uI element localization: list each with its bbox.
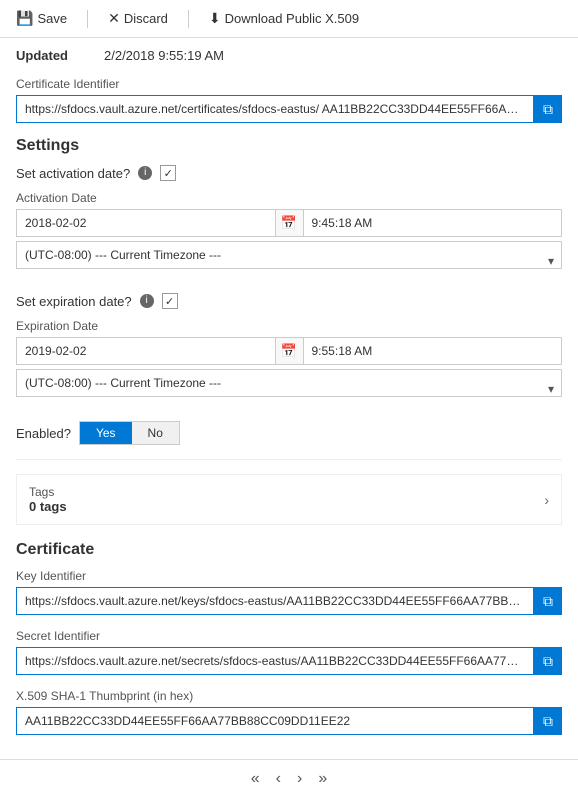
discard-button[interactable]: ✕ Discard: [104, 8, 172, 29]
tags-chevron-right-icon: ›: [544, 492, 549, 508]
certificate-heading: Certificate: [16, 541, 562, 559]
secret-identifier-group: Secret Identifier ⧉: [16, 629, 562, 675]
tags-title: Tags: [29, 485, 67, 499]
meta-row: Updated 2/2/2018 9:55:19 AM: [16, 48, 562, 63]
expiration-date-input[interactable]: [16, 337, 276, 365]
enabled-yes-button[interactable]: Yes: [80, 422, 132, 444]
download-button[interactable]: ⬇ Download Public X.509: [205, 8, 363, 29]
activation-date-checkbox[interactable]: [160, 165, 176, 181]
activation-date-info-icon[interactable]: i: [138, 166, 152, 180]
activation-timezone-wrapper: (UTC-08:00) --- Current Timezone ---: [16, 241, 562, 281]
calendar-icon: 📅: [281, 215, 297, 231]
bottom-nav: « ‹ › »: [0, 759, 578, 798]
certificate-identifier-copy-button[interactable]: ⧉: [534, 95, 562, 123]
expiration-date-checkbox[interactable]: [162, 293, 178, 309]
tags-row[interactable]: Tags 0 tags ›: [16, 474, 562, 525]
copy-icon2: ⧉: [543, 593, 553, 610]
key-identifier-copy-button[interactable]: ⧉: [534, 587, 562, 615]
expiration-date-setting-row: Set expiration date? i: [16, 293, 562, 309]
activation-date-field-label: Activation Date: [16, 191, 562, 205]
save-label: Save: [37, 11, 67, 26]
tags-content: Tags 0 tags: [29, 485, 67, 514]
certificate-identifier-row: ⧉: [16, 95, 562, 123]
expiration-timezone-select[interactable]: (UTC-08:00) --- Current Timezone ---: [16, 369, 562, 397]
nav-next-button[interactable]: ›: [291, 768, 308, 790]
copy-icon: ⧉: [543, 101, 553, 118]
save-button[interactable]: 💾 Save: [12, 8, 71, 29]
activation-datetime-row: 📅: [16, 209, 562, 237]
enabled-toggle-group: Yes No: [79, 421, 180, 445]
certificate-identifier-input[interactable]: [16, 95, 534, 123]
certificate-section: Certificate Key Identifier ⧉ Secret Iden…: [16, 541, 562, 735]
activation-date-setting-row: Set activation date? i: [16, 165, 562, 181]
activation-date-input[interactable]: [16, 209, 276, 237]
secret-identifier-copy-button[interactable]: ⧉: [534, 647, 562, 675]
key-identifier-group: Key Identifier ⧉: [16, 569, 562, 615]
expiration-date-field-label: Expiration Date: [16, 319, 562, 333]
separator2: [188, 10, 189, 28]
copy-icon4: ⧉: [543, 713, 553, 730]
enabled-label: Enabled?: [16, 426, 71, 441]
expiration-datetime-row: 📅: [16, 337, 562, 365]
thumbprint-label: X.509 SHA-1 Thumbprint (in hex): [16, 689, 562, 703]
key-identifier-row: ⧉: [16, 587, 562, 615]
nav-first-button[interactable]: «: [245, 768, 266, 790]
updated-label: Updated: [16, 48, 96, 63]
expiration-date-group: Expiration Date 📅 (UTC-08:00) --- Curren…: [16, 319, 562, 409]
secret-identifier-label: Secret Identifier: [16, 629, 562, 643]
expiration-date-calendar-button[interactable]: 📅: [276, 337, 304, 365]
enabled-row: Enabled? Yes No: [16, 421, 562, 460]
expiration-date-info-icon[interactable]: i: [140, 294, 154, 308]
certificate-identifier-group: Certificate Identifier ⧉: [16, 77, 562, 123]
expiration-time-input[interactable]: [304, 337, 563, 365]
enabled-no-button[interactable]: No: [132, 422, 179, 444]
key-identifier-input[interactable]: [16, 587, 534, 615]
updated-value: 2/2/2018 9:55:19 AM: [104, 48, 224, 63]
certificate-identifier-label: Certificate Identifier: [16, 77, 562, 91]
thumbprint-group: X.509 SHA-1 Thumbprint (in hex) ⧉: [16, 689, 562, 735]
nav-prev-button[interactable]: ‹: [270, 768, 287, 790]
activation-date-group: Activation Date 📅 (UTC-08:00) --- Curren…: [16, 191, 562, 281]
expiration-date-label: Set expiration date?: [16, 294, 132, 309]
main-content: Updated 2/2/2018 9:55:19 AM Certificate …: [0, 38, 578, 759]
tags-count: 0 tags: [29, 499, 67, 514]
copy-icon3: ⧉: [543, 653, 553, 670]
secret-identifier-input[interactable]: [16, 647, 534, 675]
activation-timezone-select[interactable]: (UTC-08:00) --- Current Timezone ---: [16, 241, 562, 269]
discard-label: Discard: [124, 11, 168, 26]
toolbar: 💾 Save ✕ Discard ⬇ Download Public X.509: [0, 0, 578, 38]
download-label: Download Public X.509: [225, 11, 359, 26]
expiration-timezone-wrapper: (UTC-08:00) --- Current Timezone ---: [16, 369, 562, 409]
nav-last-button[interactable]: »: [312, 768, 333, 790]
download-icon: ⬇: [209, 10, 221, 27]
save-icon: 💾: [16, 10, 33, 27]
secret-identifier-row: ⧉: [16, 647, 562, 675]
settings-heading: Settings: [16, 137, 562, 155]
activation-date-calendar-button[interactable]: 📅: [276, 209, 304, 237]
key-identifier-label: Key Identifier: [16, 569, 562, 583]
thumbprint-input[interactable]: [16, 707, 534, 735]
calendar-icon2: 📅: [281, 343, 297, 359]
thumbprint-row: ⧉: [16, 707, 562, 735]
activation-time-input[interactable]: [304, 209, 563, 237]
activation-date-label: Set activation date?: [16, 166, 130, 181]
discard-icon: ✕: [108, 10, 120, 27]
thumbprint-copy-button[interactable]: ⧉: [534, 707, 562, 735]
separator: [87, 10, 88, 28]
settings-section: Settings Set activation date? i Activati…: [16, 137, 562, 525]
